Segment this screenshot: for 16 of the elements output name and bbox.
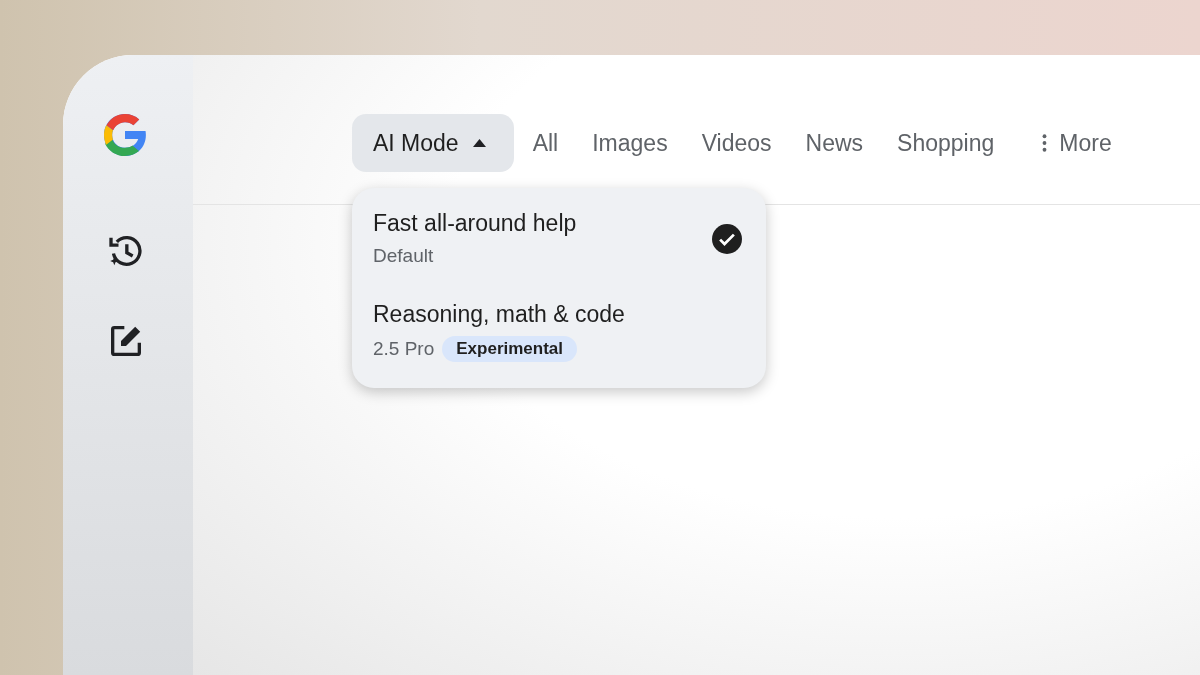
option-title: Reasoning, math & code bbox=[373, 301, 625, 328]
experimental-badge: Experimental bbox=[442, 336, 578, 362]
ai-mode-tab[interactable]: AI Mode bbox=[352, 114, 514, 172]
menu-option[interactable]: Reasoning, math & code 2.5 Pro Experimental bbox=[373, 301, 742, 362]
option-subtitle: Default bbox=[373, 245, 434, 267]
search-tab[interactable]: News bbox=[788, 114, 881, 172]
search-tab[interactable]: Videos bbox=[684, 114, 789, 172]
option-title: Fast all-around help bbox=[373, 210, 577, 237]
more-tab[interactable]: More bbox=[1011, 114, 1129, 172]
option-subtitle: 2.5 Pro bbox=[373, 338, 435, 360]
menu-option[interactable]: Fast all-around help Default bbox=[373, 210, 742, 267]
caret-icon bbox=[472, 139, 486, 147]
search-tab[interactable]: All bbox=[515, 114, 576, 172]
search-tab[interactable]: Images bbox=[575, 114, 685, 172]
search-tab[interactable]: Shopping bbox=[880, 114, 1012, 172]
more-vert-icon bbox=[1042, 134, 1048, 152]
